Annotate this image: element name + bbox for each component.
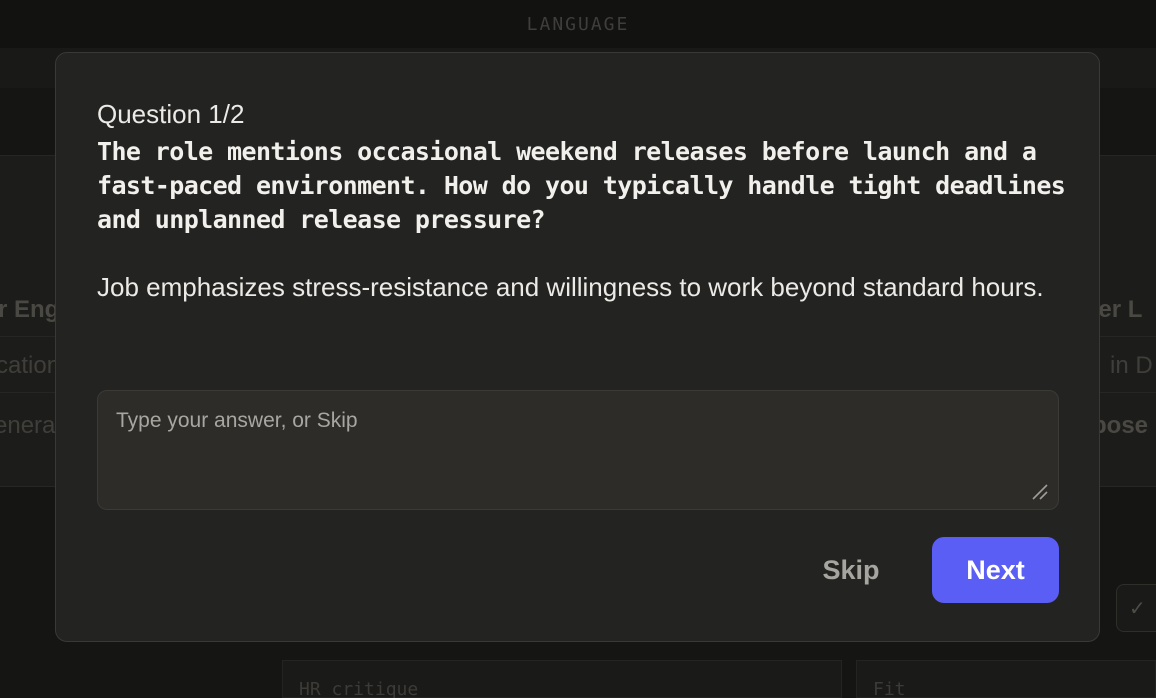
- background-hr-critique-tab: HR critique: [282, 660, 842, 698]
- background-divider: [0, 392, 60, 393]
- background-divider: [1100, 392, 1156, 393]
- background-card-left-line: enera: [0, 412, 56, 439]
- background-language-label: LANGUAGE: [526, 14, 630, 35]
- resize-handle-icon[interactable]: [1031, 483, 1049, 501]
- background-divider: [1100, 336, 1156, 337]
- background-fit-tab: Fit: [856, 660, 1156, 698]
- next-button[interactable]: Next: [932, 537, 1059, 603]
- background-check-icon: ✓: [1116, 584, 1156, 632]
- question-dialog: Question 1/2 The role mentions occasiona…: [55, 52, 1100, 642]
- background-divider: [0, 336, 60, 337]
- background-card-left-title: r Eng: [0, 296, 60, 323]
- background-card-right-line: in D: [1110, 352, 1153, 379]
- question-counter: Question 1/2: [97, 99, 245, 129]
- question-text: The role mentions occasional weekend rel…: [97, 137, 1066, 234]
- background-card-right-line: bose: [1092, 412, 1149, 439]
- question-hint: Job emphasizes stress-resistance and wil…: [97, 272, 1044, 302]
- skip-button[interactable]: Skip: [806, 537, 896, 603]
- answer-input[interactable]: [97, 390, 1059, 510]
- app-screen: LANGUAGE r Eng cation enera ver L in D b…: [0, 0, 1156, 698]
- background-card-left-line: cation: [0, 352, 61, 379]
